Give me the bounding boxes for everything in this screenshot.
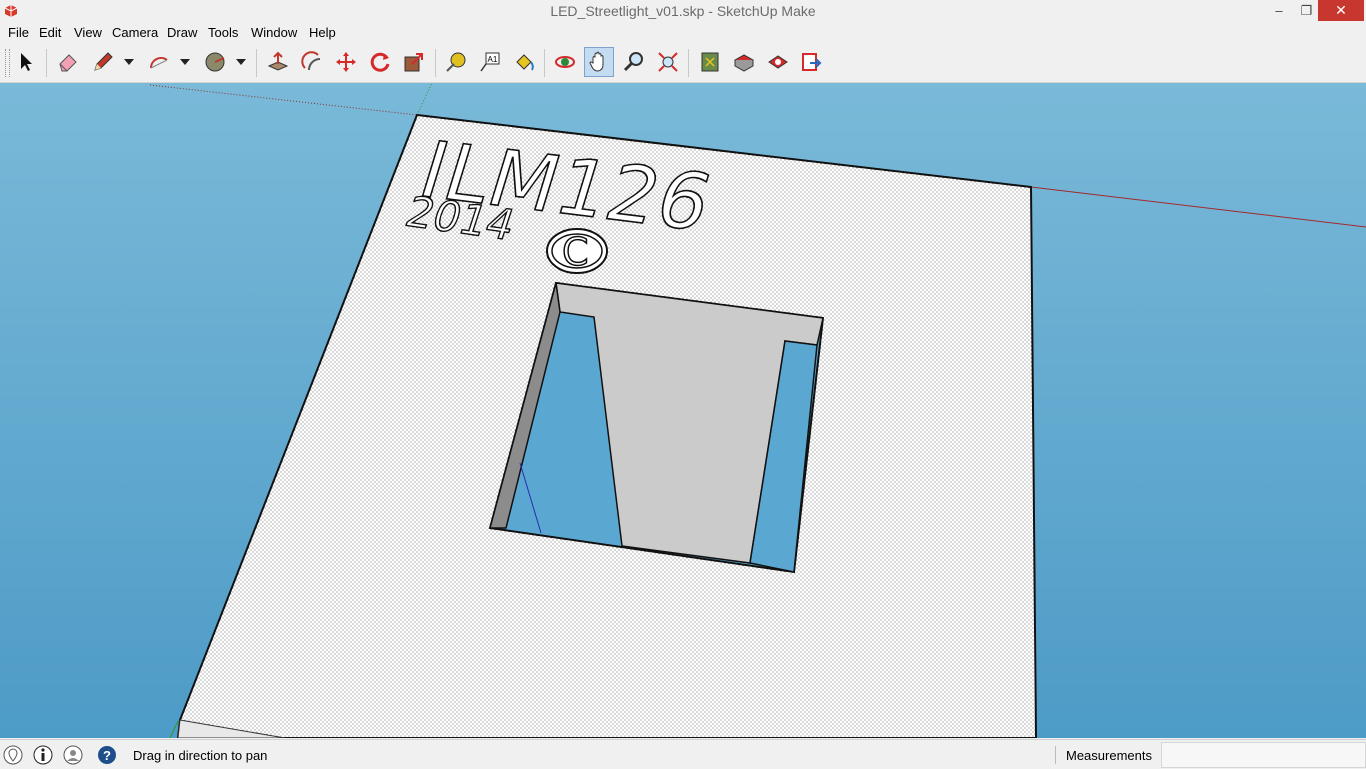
circle-tool[interactable]: [200, 47, 230, 77]
menu-help[interactable]: Help: [308, 25, 337, 40]
menu-bar: File Edit View Camera Draw Tools Window …: [0, 23, 1366, 43]
pan-tool[interactable]: [584, 47, 614, 77]
share-model-icon: [768, 55, 788, 69]
menu-file[interactable]: File: [7, 25, 30, 40]
title-bar: LED_Streetlight_v01.skp - SketchUp Make …: [0, 0, 1366, 23]
move-arrows-icon: [336, 52, 356, 72]
menu-window[interactable]: Window: [250, 25, 298, 40]
measurements-separator: [1055, 746, 1056, 764]
warehouse-box-icon: [733, 54, 755, 72]
svg-text:A1: A1: [488, 55, 498, 64]
toolbar-separator: [46, 49, 47, 77]
toolbar-separator: [256, 49, 257, 77]
help-question-icon[interactable]: ?: [97, 745, 117, 765]
menu-edit[interactable]: Edit: [38, 25, 62, 40]
tape-measure-tool[interactable]: [441, 47, 471, 77]
zoom-extents-icon: [658, 52, 678, 72]
line-dropdown[interactable]: [123, 55, 135, 69]
offset-tool[interactable]: [297, 47, 327, 77]
svg-text:?: ?: [103, 748, 111, 763]
extension-warehouse-tool[interactable]: [797, 47, 827, 77]
text-a1-icon: A1: [480, 52, 500, 72]
chevron-down-icon: [180, 59, 190, 65]
toolbar-separator: [544, 49, 545, 77]
get-models-tool[interactable]: [729, 47, 759, 77]
eraser-tool[interactable]: [53, 47, 83, 77]
share-model-tool[interactable]: [763, 47, 793, 77]
zoom-extents-tool[interactable]: [653, 47, 683, 77]
warehouse-tool[interactable]: [695, 47, 725, 77]
line-tool[interactable]: [88, 47, 118, 77]
text-tool[interactable]: A1: [475, 47, 505, 77]
paint-bucket-tool[interactable]: [509, 47, 539, 77]
measurements-label: Measurements: [1066, 748, 1152, 763]
main-toolbar: A1: [0, 43, 1366, 83]
eraser-icon: [59, 54, 77, 72]
push-pull-icon: [267, 51, 289, 71]
circle-icon: [205, 52, 225, 72]
map-book-icon: [701, 52, 719, 72]
scale-icon: [404, 53, 423, 72]
minimize-button[interactable]: –: [1265, 0, 1293, 21]
credits-info-icon[interactable]: [33, 745, 53, 765]
embossed-copyright-symbol: C: [546, 228, 608, 275]
menu-draw[interactable]: Draw: [166, 25, 198, 40]
hand-pan-icon: [589, 51, 604, 72]
menu-camera[interactable]: Camera: [111, 25, 159, 40]
orbit-icon: [555, 56, 575, 68]
model-viewport[interactable]: ILM126 2014 C: [0, 83, 1366, 738]
scale-tool[interactable]: [399, 47, 429, 77]
zoom-tool[interactable]: [619, 47, 649, 77]
maximize-button[interactable]: ❐: [1293, 0, 1320, 21]
measurements-input[interactable]: [1161, 742, 1366, 768]
status-hint: Drag in direction to pan: [133, 748, 268, 763]
close-button[interactable]: ✕: [1318, 0, 1364, 21]
geo-location-icon[interactable]: [3, 745, 23, 765]
sign-in-user-icon[interactable]: [63, 745, 83, 765]
copyright-letter: C: [562, 230, 589, 274]
toolbar-separator: [688, 49, 689, 77]
arc-tool[interactable]: [144, 47, 174, 77]
offset-icon: [301, 51, 321, 71]
window-title: LED_Streetlight_v01.skp - SketchUp Make: [550, 3, 816, 19]
circle-dropdown[interactable]: [235, 55, 247, 69]
push-pull-tool[interactable]: [263, 47, 293, 77]
arc-icon: [150, 57, 168, 69]
arrow-cursor-icon: [21, 53, 32, 71]
move-tool[interactable]: [331, 47, 361, 77]
viewport-canvas: ILM126 2014 C: [0, 83, 1366, 738]
menu-tools[interactable]: Tools: [207, 25, 239, 40]
export-arrow-icon: [802, 53, 822, 71]
chevron-down-icon: [124, 59, 134, 65]
pencil-icon: [94, 52, 113, 71]
select-tool[interactable]: [11, 47, 41, 77]
paint-bucket-icon: [516, 54, 534, 71]
rotate-icon: [370, 52, 390, 72]
toolbar-grip[interactable]: [5, 49, 10, 77]
toolbar-separator: [435, 49, 436, 77]
arc-dropdown[interactable]: [179, 55, 191, 69]
orbit-tool[interactable]: [550, 47, 580, 77]
magnifier-icon: [623, 52, 643, 72]
menu-view[interactable]: View: [73, 25, 103, 40]
tape-measure-icon: [446, 52, 466, 72]
rotate-tool[interactable]: [365, 47, 395, 77]
status-bar: ? Drag in direction to pan Measurements: [0, 739, 1366, 769]
chevron-down-icon: [236, 59, 246, 65]
